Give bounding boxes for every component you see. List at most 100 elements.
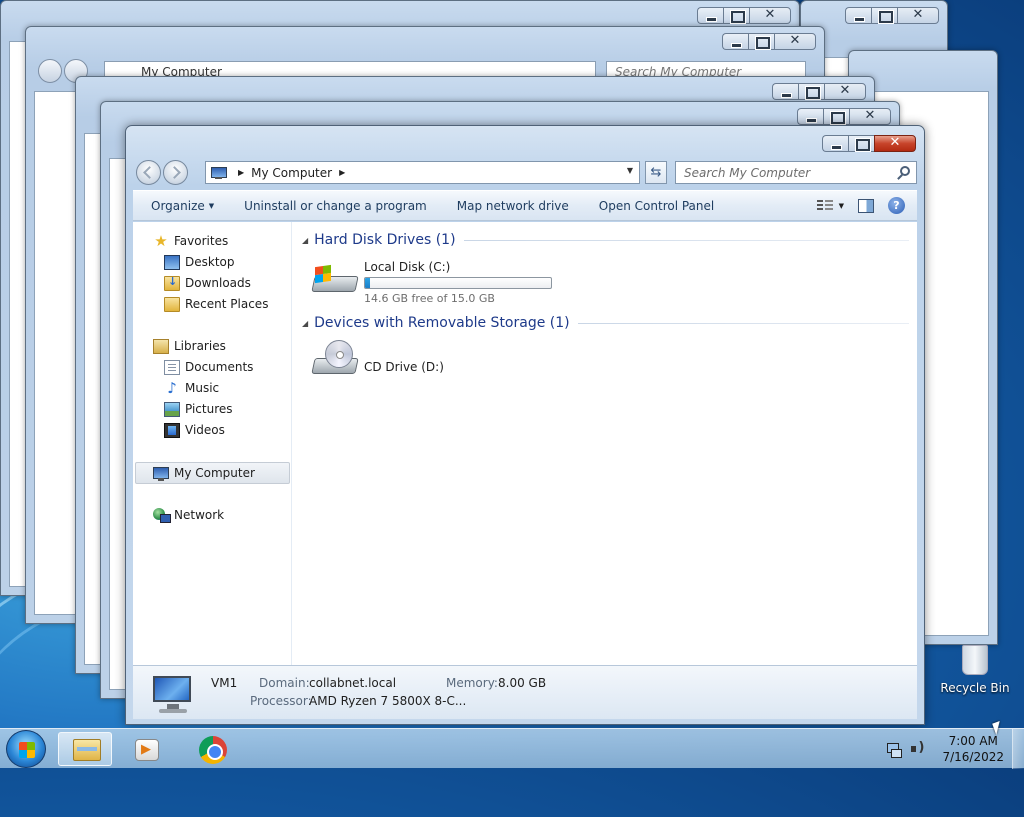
pictures-icon [164, 401, 180, 417]
network-status-icon[interactable] [886, 741, 903, 758]
computer-icon [153, 466, 169, 481]
taskbar-explorer-button[interactable] [58, 732, 112, 766]
chevron-down-icon[interactable]: ▼ [839, 202, 844, 210]
close-button[interactable] [749, 7, 791, 24]
address-bar[interactable]: ▶ My Computer ▶ ▼ [205, 161, 640, 184]
group-title: Devices with Removable Storage (1) [314, 315, 570, 331]
minimize-button[interactable] [772, 83, 798, 100]
media-player-icon [135, 739, 159, 761]
system-tray: 7:00 AM 7/16/2022 [886, 729, 1004, 769]
group-divider [463, 239, 909, 241]
preview-pane-icon[interactable] [858, 198, 874, 213]
sidebar-item-label: Favorites [174, 234, 229, 248]
maximize-button[interactable] [798, 83, 824, 100]
sidebar-item-label: Desktop [185, 255, 235, 269]
open-control-panel-button[interactable]: Open Control Panel [584, 199, 729, 213]
maximize-button[interactable] [848, 135, 874, 152]
sidebar-item-downloads[interactable]: Downloads [164, 274, 251, 292]
uninstall-program-button[interactable]: Uninstall or change a program [229, 199, 442, 213]
sidebar-item-favorites[interactable]: ★ Favorites [153, 232, 228, 250]
maximize-button[interactable] [871, 7, 897, 24]
maximize-button[interactable] [748, 33, 774, 50]
downloads-folder-icon [164, 275, 180, 291]
close-button[interactable] [824, 83, 866, 100]
sidebar-item-documents[interactable]: Documents [164, 358, 253, 376]
drive-free-space: 14.6 GB free of 15.0 GB [364, 292, 495, 305]
search-input[interactable]: Search My Computer [675, 161, 917, 184]
clock-time: 7:00 AM [948, 734, 998, 748]
sidebar-item-libraries[interactable]: Libraries [153, 337, 226, 355]
drive-local-disk-c[interactable]: Local Disk (C:) 14.6 GB free of 15.0 GB [311, 258, 552, 305]
sidebar-item-network[interactable]: Network [153, 506, 224, 524]
breadcrumb-my-computer[interactable]: My Computer [251, 166, 332, 180]
minimize-button[interactable] [845, 7, 871, 24]
group-divider [577, 322, 909, 324]
collapse-arrow-icon[interactable]: ◢ [302, 236, 308, 245]
computer-icon [151, 674, 197, 714]
memory-label: Memory: [446, 676, 498, 690]
close-button[interactable] [874, 135, 916, 152]
breadcrumb-arrow-icon[interactable]: ▶ [339, 168, 345, 177]
group-header-hard-disk-drives[interactable]: ◢ Hard Disk Drives (1) [302, 232, 909, 248]
explorer-window[interactable]: ▶ My Computer ▶ ▼ ⇆ Search My Computer O… [125, 125, 925, 725]
minimize-button[interactable] [697, 7, 723, 24]
chevron-down-icon: ▼ [208, 201, 215, 210]
forward-button[interactable] [163, 160, 188, 185]
windows-logo-icon [19, 742, 35, 758]
change-view-icon[interactable] [816, 199, 833, 213]
cd-drive-icon [311, 340, 359, 384]
organize-button[interactable]: Organize ▼ [133, 199, 229, 213]
address-dropdown-icon[interactable]: ▼ [627, 166, 633, 175]
drive-cd-d[interactable]: CD Drive (D:) [311, 340, 444, 384]
navigation-pane[interactable]: ★ Favorites Desktop Downloads Recent Plac… [133, 222, 292, 665]
recycle-bin-shortcut[interactable]: Recycle Bin [940, 645, 1010, 695]
minimize-button[interactable] [722, 33, 748, 50]
window-controls [772, 83, 866, 100]
taskbar-chrome-button[interactable] [186, 732, 240, 766]
back-button[interactable] [38, 59, 62, 83]
hard-disk-icon [311, 258, 359, 302]
drive-usage-fill [365, 278, 371, 288]
volume-icon[interactable] [910, 740, 926, 757]
close-button[interactable] [849, 108, 891, 125]
minimize-button[interactable] [797, 108, 823, 125]
close-button[interactable] [897, 7, 939, 24]
map-network-drive-button[interactable]: Map network drive [442, 199, 584, 213]
libraries-icon [153, 338, 169, 354]
drive-info: Local Disk (C:) 14.6 GB free of 15.0 GB [364, 258, 552, 305]
collapse-arrow-icon[interactable]: ◢ [302, 319, 308, 328]
sidebar-item-recent-places[interactable]: Recent Places [164, 295, 268, 313]
command-bar: Organize ▼ Uninstall or change a program … [133, 190, 917, 221]
sidebar-item-videos[interactable]: Videos [164, 421, 225, 439]
back-button[interactable] [136, 160, 161, 185]
sidebar-item-desktop[interactable]: Desktop [164, 253, 235, 271]
documents-icon [164, 359, 180, 375]
maximize-button[interactable] [723, 7, 749, 24]
view-controls: ▼ ? [816, 197, 917, 214]
drives-pane[interactable]: ◢ Hard Disk Drives (1) Local Disk (C:) 1… [293, 222, 917, 665]
minimize-button[interactable] [822, 135, 848, 152]
sidebar-item-music[interactable]: ♪ Music [164, 379, 219, 397]
sidebar-item-label: Videos [185, 423, 225, 437]
desktop-icon [164, 254, 180, 270]
start-button[interactable] [6, 730, 46, 768]
show-desktop-button[interactable] [1012, 729, 1024, 769]
recycle-bin-label: Recycle Bin [940, 681, 1010, 695]
group-title: Hard Disk Drives (1) [314, 232, 456, 248]
search-icon[interactable] [900, 166, 910, 176]
close-button[interactable] [774, 33, 816, 50]
details-pane: VM1 Domain: collabnet.local Memory: 8.00… [133, 665, 917, 719]
help-icon[interactable]: ? [888, 197, 905, 214]
sidebar-item-my-computer[interactable]: My Computer [153, 464, 255, 482]
taskbar-media-player-button[interactable] [120, 732, 174, 766]
domain-label: Domain: [259, 676, 310, 690]
network-icon [153, 507, 171, 523]
clock[interactable]: 7:00 AM 7/16/2022 [942, 733, 1004, 765]
memory-value: 8.00 GB [498, 676, 547, 690]
group-header-removable-storage[interactable]: ◢ Devices with Removable Storage (1) [302, 315, 909, 331]
computer-name: VM1 [211, 676, 238, 690]
breadcrumb-arrow-icon[interactable]: ▶ [238, 168, 244, 177]
sidebar-item-pictures[interactable]: Pictures [164, 400, 233, 418]
maximize-button[interactable] [823, 108, 849, 125]
refresh-button[interactable]: ⇆ [645, 161, 667, 184]
